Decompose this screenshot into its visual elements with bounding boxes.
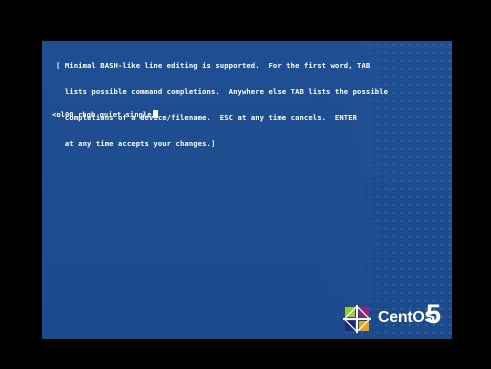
help-text: [ Minimal BASH-like line editing is supp… [56,45,446,165]
command-line-input[interactable]: <ol00 rhgb quiet single [52,110,158,119]
command-line-text[interactable]: <ol00 rhgb quiet single [52,110,152,119]
help-line-1: [ Minimal BASH-like line editing is supp… [56,61,371,71]
help-line-4: at any time accepts your changes.] [56,138,216,148]
help-line-2: lists possible command completions. Anyw… [56,86,389,96]
console-screen: [ Minimal BASH-like line editing is supp… [42,41,452,339]
text-cursor [152,110,158,118]
logo-version: 5 [426,299,442,329]
